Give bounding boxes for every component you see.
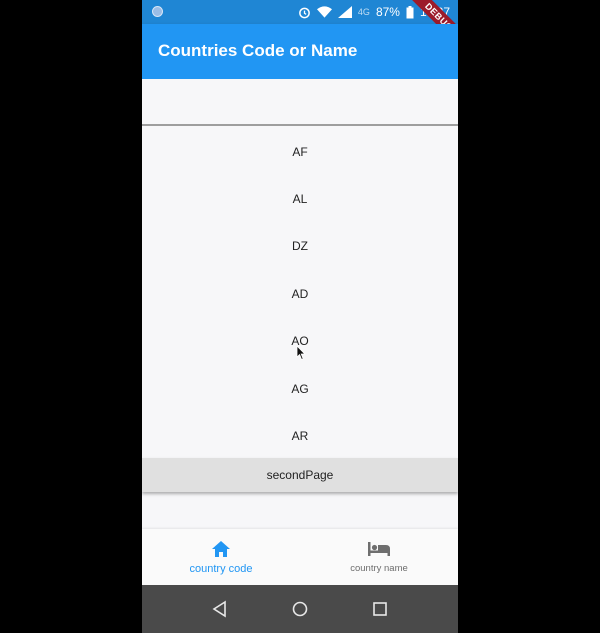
- list-item[interactable]: DZ: [142, 223, 458, 270]
- country-code-list[interactable]: AF AL DZ AD AO AG AR: [142, 128, 458, 460]
- wifi-icon: [316, 6, 332, 18]
- notification-icon: [152, 6, 163, 17]
- signal-icon: [337, 6, 352, 18]
- network-type: 4G: [357, 7, 370, 17]
- page-title: Countries Code or Name: [158, 41, 358, 60]
- bed-icon: [368, 542, 390, 556]
- home-circle-icon[interactable]: [290, 599, 310, 619]
- app-bar: Countries Code or Name: [142, 24, 458, 79]
- list-item[interactable]: AD: [142, 270, 458, 317]
- alarm-icon: [299, 7, 310, 18]
- nav-item-country-code[interactable]: country code: [142, 529, 300, 585]
- nav-label: country code: [189, 563, 253, 575]
- nav-item-country-name[interactable]: country name: [300, 529, 458, 585]
- nav-label: country name: [350, 563, 408, 574]
- phone-screen: 4G 87% 16:37 DEBUG Countries Code or Nam…: [142, 0, 458, 633]
- list-item[interactable]: AL: [142, 175, 458, 222]
- list-item[interactable]: AG: [142, 365, 458, 412]
- status-bar: 4G 87% 16:37 DEBUG: [142, 0, 458, 54]
- recents-icon[interactable]: [370, 599, 390, 619]
- search-input[interactable]: [142, 79, 458, 126]
- mouse-cursor-icon: [296, 346, 306, 360]
- system-navigation-bar: [142, 585, 458, 633]
- battery-percent: 87%: [375, 5, 400, 19]
- list-item[interactable]: AR: [142, 412, 458, 459]
- back-icon[interactable]: [210, 599, 230, 619]
- bottom-navigation: country code country name: [142, 529, 458, 585]
- home-icon: [212, 541, 230, 557]
- battery-icon: [406, 5, 414, 18]
- second-page-button[interactable]: secondPage: [142, 458, 458, 492]
- list-item[interactable]: AF: [142, 128, 458, 175]
